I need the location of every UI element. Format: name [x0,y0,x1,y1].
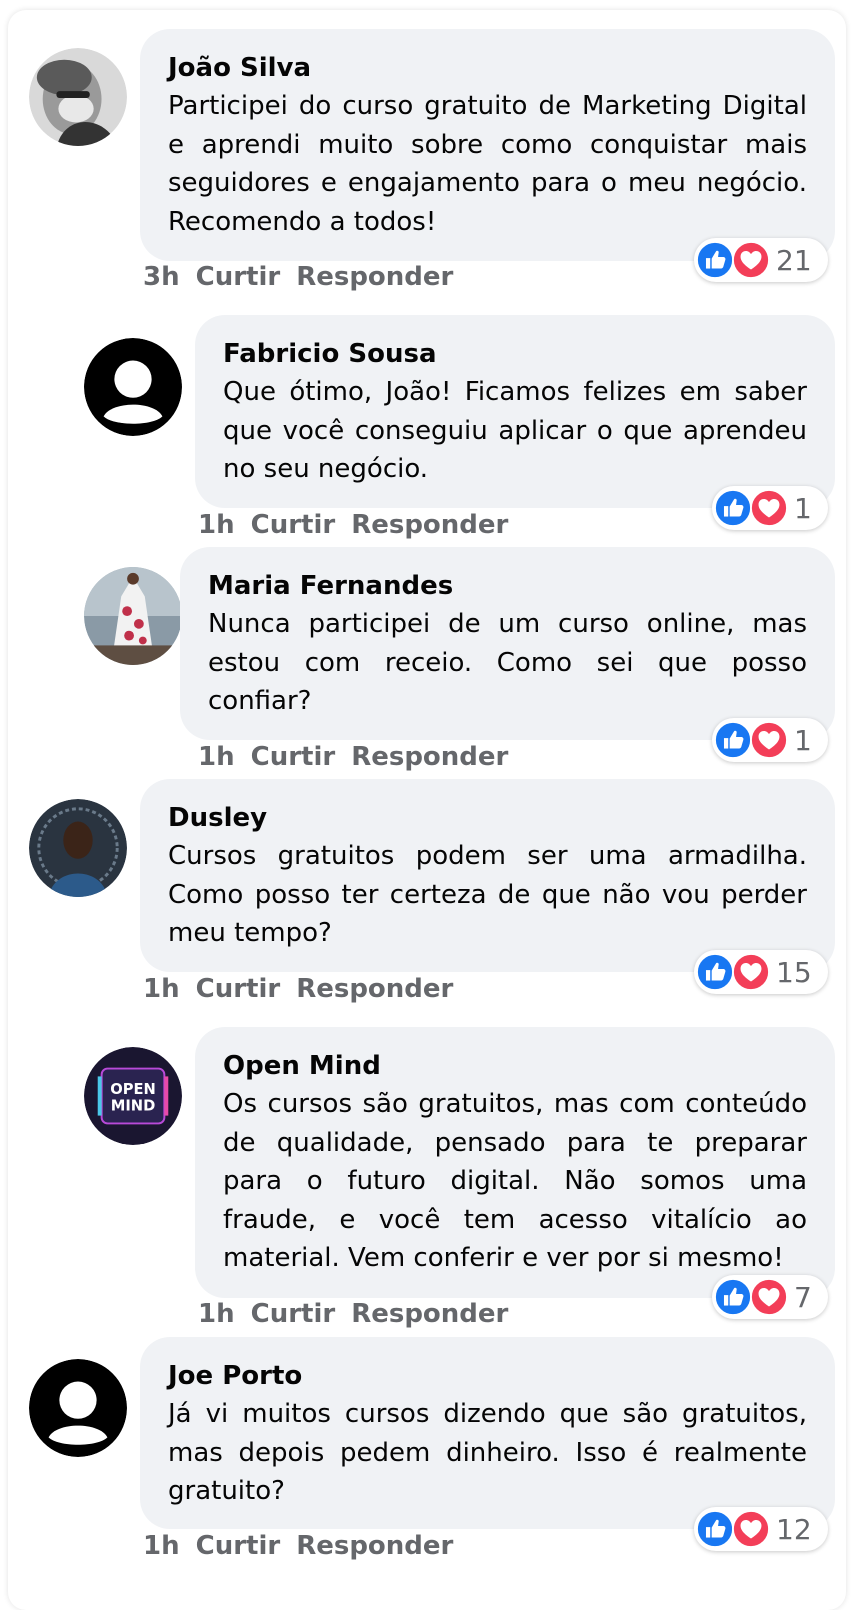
comment-actions: 1h Curtir Responder [198,1299,524,1329]
like-icon [696,241,734,279]
comment-text: Participei do curso gratuito de Marketin… [168,91,807,237]
like-button[interactable]: Curtir [196,262,281,292]
like-icon [714,721,752,759]
like-icon [714,489,752,527]
comment-text: Nunca participei de um curso online, mas… [208,609,807,716]
reaction-count: 21 [776,243,812,277]
like-icon [714,1278,752,1316]
like-icon [696,953,734,991]
heart-icon [732,1510,770,1548]
default-user-avatar [84,338,182,436]
comment-actions: 1h Curtir Responder [143,974,469,1004]
photo-elderly-man-avatar [29,48,127,146]
photo-woman-floral-dress-avatar [84,567,182,665]
heart-icon [732,953,770,991]
reaction-count: 12 [776,1512,812,1546]
avatar[interactable] [84,567,182,665]
avatar[interactable] [84,338,182,436]
comment-bubble: Joe Porto Já vi muitos cursos dizendo qu… [140,1337,835,1529]
comment-author[interactable]: João Silva [168,49,807,87]
reaction-summary[interactable]: 7 [712,1275,828,1319]
comment-text: Cursos gratuitos podem ser uma armadilha… [168,841,807,948]
default-user-avatar [29,1359,127,1457]
reply-button[interactable]: Responder [351,1299,508,1329]
comment-author[interactable]: Open Mind [223,1047,807,1085]
comment-time[interactable]: 1h [143,1531,180,1561]
reaction-count: 7 [794,1280,812,1314]
like-button[interactable]: Curtir [196,974,281,1004]
comment-bubble: Maria Fernandes Nunca participei de um c… [180,547,835,740]
comment-bubble: Open Mind Os cursos são gratuitos, mas c… [195,1027,835,1298]
reaction-summary[interactable]: 1 [712,718,828,762]
comment-time[interactable]: 3h [143,262,180,292]
reply-button[interactable]: Responder [351,510,508,540]
reply-button[interactable]: Responder [296,1531,453,1561]
heart-icon [750,721,788,759]
heart-icon [732,241,770,279]
reply-button[interactable]: Responder [351,742,508,772]
reaction-summary[interactable]: 1 [712,486,828,530]
avatar[interactable]: OPEN MIND [84,1047,182,1145]
like-button[interactable]: Curtir [251,742,336,772]
comment-actions: 1h Curtir Responder [198,742,524,772]
reaction-count: 1 [794,723,812,757]
avatar-text-mind: MIND [111,1098,156,1115]
like-button[interactable]: Curtir [196,1531,281,1561]
reaction-count: 15 [776,955,812,989]
comment-time[interactable]: 1h [198,742,235,772]
comment-author[interactable]: Joe Porto [168,1357,807,1395]
avatar[interactable] [29,48,127,146]
heart-icon [750,1278,788,1316]
avatar[interactable] [29,799,127,897]
comment-text: Já vi muitos cursos dizendo que são grat… [168,1399,807,1506]
avatar-text-open: OPEN [110,1081,156,1098]
comment-time[interactable]: 1h [198,510,235,540]
comment-actions: 1h Curtir Responder [143,1531,469,1561]
comment-author[interactable]: Maria Fernandes [208,567,807,605]
reaction-summary[interactable]: 15 [694,950,828,994]
like-icon [696,1510,734,1548]
comment-actions: 1h Curtir Responder [198,510,524,540]
reply-button[interactable]: Responder [296,974,453,1004]
reaction-summary[interactable]: 12 [694,1507,828,1551]
comment-text: Que ótimo, João! Ficamos felizes em sabe… [223,377,807,484]
comment-time[interactable]: 1h [198,1299,235,1329]
open-mind-logo-avatar: OPEN MIND [84,1047,182,1145]
comment-time[interactable]: 1h [143,974,180,1004]
avatar[interactable] [29,1359,127,1457]
comment-bubble: Dusley Cursos gratuitos podem ser uma ar… [140,779,835,972]
heart-icon [750,489,788,527]
comment-text: Os cursos são gratuitos, mas com conteúd… [223,1089,807,1273]
comment-author[interactable]: Dusley [168,799,807,837]
comment-actions: 3h Curtir Responder [143,262,469,292]
like-button[interactable]: Curtir [251,510,336,540]
photo-young-man-avatar [29,799,127,897]
reply-button[interactable]: Responder [296,262,453,292]
comment-bubble: Fabricio Sousa Que ótimo, João! Ficamos … [195,315,835,508]
reaction-count: 1 [794,491,812,525]
comment-author[interactable]: Fabricio Sousa [223,335,807,373]
like-button[interactable]: Curtir [251,1299,336,1329]
comment-bubble: João Silva Participei do curso gratuito … [140,29,835,261]
reaction-summary[interactable]: 21 [694,238,828,282]
